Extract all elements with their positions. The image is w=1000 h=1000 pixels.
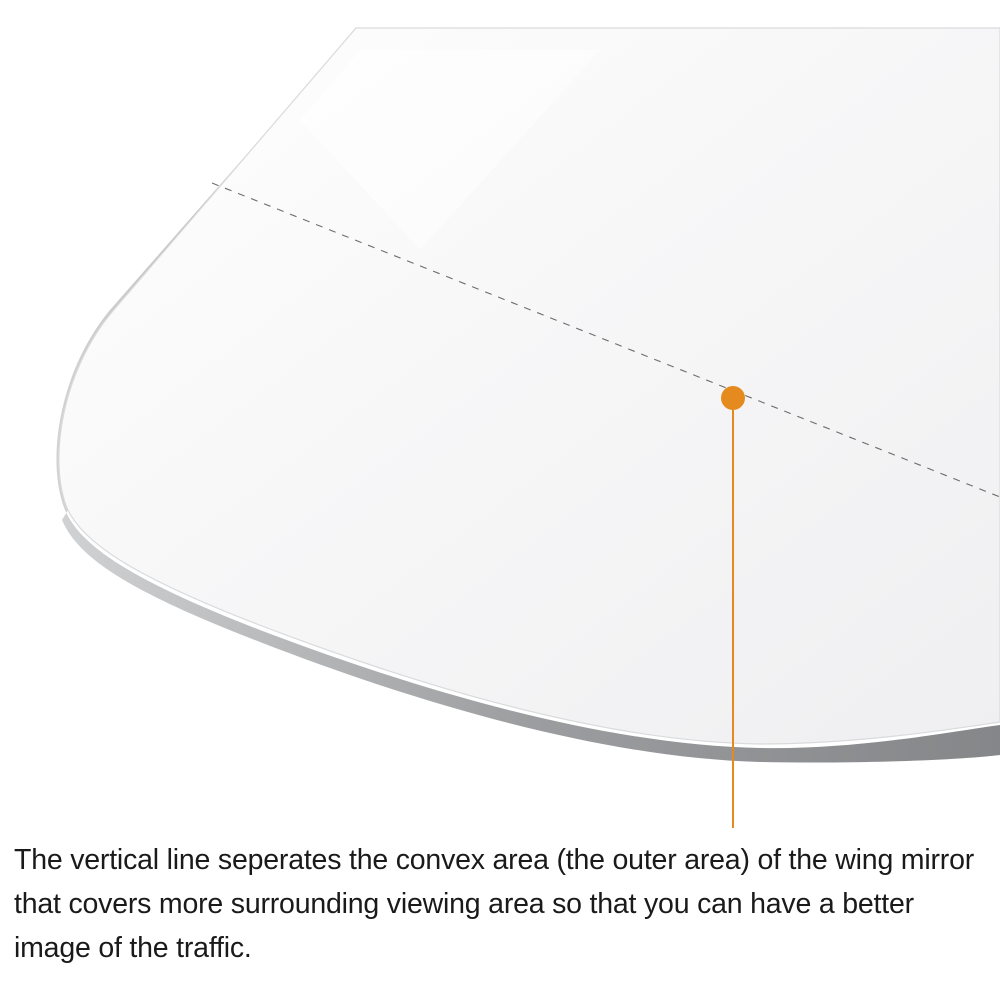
callout-marker-dot — [721, 386, 745, 410]
mirror-glass — [58, 27, 1000, 745]
description-caption: The vertical line seperates the convex a… — [14, 844, 975, 964]
